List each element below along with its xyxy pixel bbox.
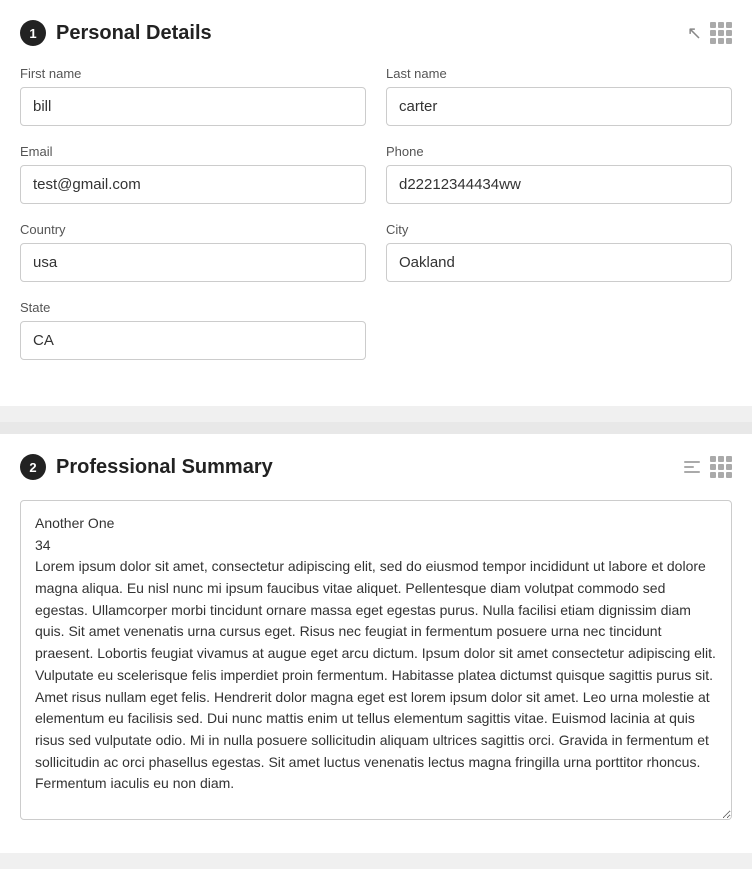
label-state: State <box>20 300 366 315</box>
professional-summary-section: 2 Professional Summary <box>0 434 752 853</box>
input-country[interactable] <box>20 243 366 282</box>
form-group-email: Email <box>20 144 366 204</box>
lines-icon-line-3 <box>684 471 700 473</box>
input-phone[interactable] <box>386 165 732 204</box>
label-phone: Phone <box>386 144 732 159</box>
section-number-1: 1 <box>20 20 46 46</box>
section-header-2: 2 Professional Summary <box>20 454 732 480</box>
grid-icon-2[interactable] <box>710 456 732 478</box>
label-first-name: First name <box>20 66 366 81</box>
section-title-group: 1 Personal Details <box>20 20 212 46</box>
section-title-1: Personal Details <box>56 22 212 45</box>
form-group-first-name: First name <box>20 66 366 126</box>
form-group-state: State <box>20 300 366 360</box>
input-email[interactable] <box>20 165 366 204</box>
section-title-2: Professional Summary <box>56 456 273 479</box>
lines-icon[interactable] <box>684 461 700 473</box>
input-city[interactable] <box>386 243 732 282</box>
section-number-2: 2 <box>20 454 46 480</box>
form-row-name: First name Last name <box>20 66 732 126</box>
lines-icon-line-1 <box>684 461 700 463</box>
input-first-name[interactable] <box>20 87 366 126</box>
section-controls-2 <box>684 456 732 478</box>
label-last-name: Last name <box>386 66 732 81</box>
input-state[interactable] <box>20 321 366 360</box>
personal-details-section: 1 Personal Details ↖ First name Last nam… <box>0 0 752 406</box>
divider <box>0 422 752 434</box>
form-group-country: Country <box>20 222 366 282</box>
grid-icon-1[interactable] <box>710 22 732 44</box>
section-controls-1: ↖ <box>687 22 732 44</box>
section-title-group-2: 2 Professional Summary <box>20 454 273 480</box>
label-country: Country <box>20 222 366 237</box>
cursor-icon: ↖ <box>687 23 702 44</box>
section-header: 1 Personal Details ↖ <box>20 20 732 46</box>
label-email: Email <box>20 144 366 159</box>
form-group-phone: Phone <box>386 144 732 204</box>
form-group-last-name: Last name <box>386 66 732 126</box>
textarea-summary[interactable] <box>20 500 732 820</box>
form-row-contact: Email Phone <box>20 144 732 204</box>
form-row-location: Country City <box>20 222 732 282</box>
label-city: City <box>386 222 732 237</box>
form-group-city: City <box>386 222 732 282</box>
input-last-name[interactable] <box>386 87 732 126</box>
form-row-state: State <box>20 300 732 360</box>
lines-icon-line-2 <box>684 466 694 468</box>
